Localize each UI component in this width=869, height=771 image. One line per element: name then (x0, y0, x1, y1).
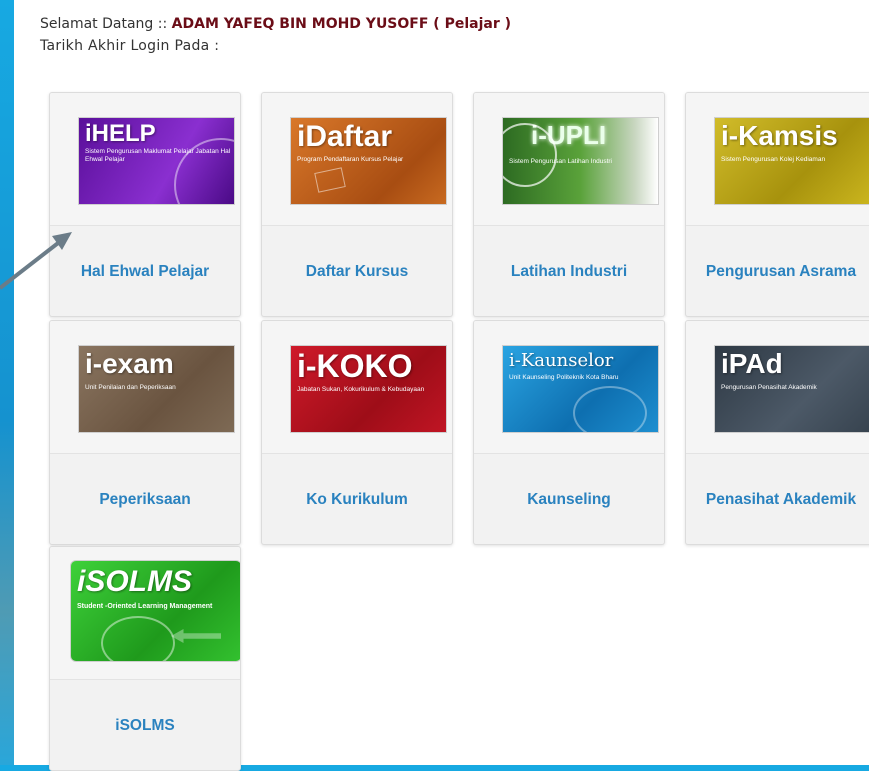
welcome-text: Selamat Datang :: ADAM YAFEQ BIN MOHD YU… (40, 16, 511, 32)
tile-label: Hal Ehwal Pelajar (80, 263, 210, 280)
tile-label: Penasihat Akademik (705, 491, 857, 508)
ihelp-logo-icon: iHELP Sistem Pengurusan Maklumat Pelajar… (78, 117, 235, 205)
tile-ko-kurikulum[interactable]: i-KOKO Jabatan Sukan, Kokurikulum & Kebu… (261, 320, 453, 545)
tile-penasihat-akademik[interactable]: iPAd Pengurusan Penasihat Akademik Penas… (685, 320, 869, 545)
iexam-logo-icon: i-exam Unit Penilaian dan Peperiksaan (78, 345, 235, 433)
tile-daftar-kursus[interactable]: iDaftar Program Pendaftaran Kursus Pelaj… (261, 92, 453, 317)
last-login-text: Tarikh Akhir Login Pada : (40, 38, 220, 54)
ikaunselor-logo-icon: i-Kaunselor Unit Kaunseling Politeknik K… (502, 345, 659, 433)
ipad-logo-icon: iPAd Pengurusan Penasihat Akademik (714, 345, 869, 433)
isolms-logo-icon: iSOLMS Student -Oriented Learning Manage… (70, 560, 240, 662)
tile-kaunseling[interactable]: i-Kaunselor Unit Kaunseling Politeknik K… (473, 320, 665, 545)
welcome-prefix: Selamat Datang :: (40, 16, 172, 32)
tile-label: Latihan Industri (510, 263, 628, 280)
tile-label: Peperiksaan (99, 491, 191, 508)
user-name: ADAM YAFEQ BIN MOHD YUSOFF ( Pelajar ) (171, 16, 511, 32)
tile-isolms[interactable]: iSOLMS Student -Oriented Learning Manage… (49, 546, 241, 771)
tile-label: Kaunseling (527, 491, 611, 508)
ikamsis-logo-icon: i-Kamsis Sistem Pengurusan Kolej Kediama… (714, 117, 869, 205)
tile-peperiksaan[interactable]: i-exam Unit Penilaian dan Peperiksaan Pe… (49, 320, 241, 545)
ikoko-logo-icon: i-KOKO Jabatan Sukan, Kokurikulum & Kebu… (290, 345, 447, 433)
tile-label: Ko Kurikulum (306, 491, 408, 508)
tile-label: Daftar Kursus (305, 263, 409, 280)
tile-hal-ehwal-pelajar[interactable]: iHELP Sistem Pengurusan Maklumat Pelajar… (49, 92, 241, 317)
iupli-logo-icon: i-UPLI Sistem Pengurusan Latihan Industr… (502, 117, 659, 205)
tile-pengurusan-asrama[interactable]: i-Kamsis Sistem Pengurusan Kolej Kediama… (685, 92, 869, 317)
idaftar-logo-icon: iDaftar Program Pendaftaran Kursus Pelaj… (290, 117, 447, 205)
tile-latihan-industri[interactable]: i-UPLI Sistem Pengurusan Latihan Industr… (473, 92, 665, 317)
tile-label: Pengurusan Asrama (705, 263, 857, 280)
tile-label: iSOLMS (115, 717, 175, 734)
